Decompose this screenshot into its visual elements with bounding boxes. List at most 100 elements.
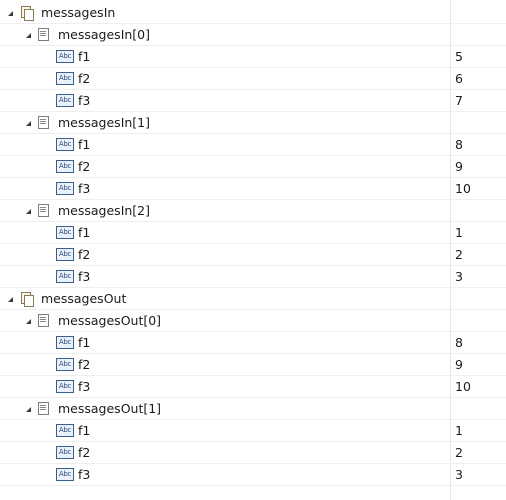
field-value[interactable]: 8 <box>451 134 506 155</box>
string-field-icon: Abc <box>56 270 74 283</box>
value-cell <box>451 398 506 419</box>
expanded-triangle-icon[interactable] <box>22 200 34 221</box>
tree-row-document[interactable]: messagesIn[0] <box>0 24 506 46</box>
name-cell: Abc f2 <box>0 156 506 177</box>
tree-row-field[interactable]: Abc f1 1 <box>0 222 506 244</box>
field-value[interactable]: 3 <box>451 464 506 485</box>
tree-row-field[interactable]: Abc f1 8 <box>0 134 506 156</box>
field-name: f3 <box>78 93 91 108</box>
expanded-triangle-icon[interactable] <box>22 24 34 45</box>
field-value[interactable]: 10 <box>451 376 506 397</box>
field-value[interactable]: 2 <box>451 442 506 463</box>
name-cell: messagesIn[0] <box>0 24 472 45</box>
document-icon <box>38 314 49 327</box>
tree-row-field[interactable]: Abc f1 5 <box>0 46 506 68</box>
expanded-triangle-icon[interactable] <box>4 288 16 309</box>
name-cell: Abc f3 <box>0 266 506 287</box>
field-value[interactable]: 6 <box>451 68 506 89</box>
tree-row-document[interactable]: messagesOut[0] <box>0 310 506 332</box>
value-cell <box>451 288 506 309</box>
field-value[interactable]: 3 <box>451 266 506 287</box>
tree-row-field[interactable]: Abc f2 2 <box>0 244 506 266</box>
string-field-icon: Abc <box>56 160 74 173</box>
field-name: f2 <box>78 71 91 86</box>
field-name: f3 <box>78 379 91 394</box>
field-name: f1 <box>78 225 91 240</box>
name-cell: Abc f3 <box>0 376 506 397</box>
tree-row-document[interactable]: messagesOut[1] <box>0 398 506 420</box>
tree-node-label: messagesIn[2] <box>58 203 151 218</box>
tree-node-label: messagesIn[0] <box>58 27 151 42</box>
name-cell: messagesIn <box>0 2 454 23</box>
field-value[interactable]: 8 <box>451 332 506 353</box>
tree-row-document[interactable]: messagesIn[1] <box>0 112 506 134</box>
name-cell: messagesOut[0] <box>0 310 472 331</box>
name-cell: messagesIn[1] <box>0 112 472 133</box>
name-cell: Abc f3 <box>0 90 506 111</box>
tree-row-field[interactable]: Abc f2 9 <box>0 354 506 376</box>
name-cell: Abc f1 <box>0 46 506 67</box>
string-field-icon: Abc <box>56 468 74 481</box>
name-cell: Abc f2 <box>0 354 506 375</box>
tree-row-field[interactable]: Abc f1 8 <box>0 332 506 354</box>
field-name: f1 <box>78 137 91 152</box>
collection-icon <box>20 291 34 307</box>
tree-node-label: messagesOut <box>41 291 127 306</box>
document-icon <box>38 204 49 217</box>
string-field-icon: Abc <box>56 380 74 393</box>
string-field-icon: Abc <box>56 94 74 107</box>
tree-row-field[interactable]: Abc f3 10 <box>0 376 506 398</box>
expanded-triangle-icon[interactable] <box>4 2 16 23</box>
field-name: f2 <box>78 247 91 262</box>
value-cell <box>451 200 506 221</box>
document-icon <box>38 402 49 415</box>
variables-tree: messagesIn messagesIn[0] Abc f1 5 Abc f2… <box>0 2 506 486</box>
tree-row-field[interactable]: Abc f3 10 <box>0 178 506 200</box>
field-value[interactable]: 9 <box>451 354 506 375</box>
value-cell <box>451 2 506 23</box>
name-cell: messagesOut <box>0 288 454 309</box>
tree-row-collection[interactable]: messagesOut <box>0 288 506 310</box>
tree-node-label: messagesOut[0] <box>58 313 162 328</box>
expanded-triangle-icon[interactable] <box>22 310 34 331</box>
string-field-icon: Abc <box>56 226 74 239</box>
field-name: f1 <box>78 423 91 438</box>
tree-row-field[interactable]: Abc f2 2 <box>0 442 506 464</box>
value-cell <box>451 310 506 331</box>
field-value[interactable]: 10 <box>451 178 506 199</box>
string-field-icon: Abc <box>56 182 74 195</box>
tree-row-field[interactable]: Abc f2 9 <box>0 156 506 178</box>
string-field-icon: Abc <box>56 358 74 371</box>
tree-row-field[interactable]: Abc f2 6 <box>0 68 506 90</box>
expanded-triangle-icon[interactable] <box>22 112 34 133</box>
field-name: f2 <box>78 357 91 372</box>
name-cell: Abc f1 <box>0 420 506 441</box>
field-name: f1 <box>78 335 91 350</box>
tree-row-field[interactable]: Abc f3 7 <box>0 90 506 112</box>
field-value[interactable]: 5 <box>451 46 506 67</box>
field-value[interactable]: 9 <box>451 156 506 177</box>
string-field-icon: Abc <box>56 50 74 63</box>
field-name: f2 <box>78 159 91 174</box>
field-value[interactable]: 1 <box>451 222 506 243</box>
name-cell: Abc f2 <box>0 244 506 265</box>
tree-node-label: messagesIn <box>41 5 116 20</box>
name-cell: Abc f3 <box>0 464 506 485</box>
field-value[interactable]: 2 <box>451 244 506 265</box>
tree-row-field[interactable]: Abc f3 3 <box>0 266 506 288</box>
tree-row-collection[interactable]: messagesIn <box>0 2 506 24</box>
document-icon <box>38 28 49 41</box>
name-cell: messagesOut[1] <box>0 398 472 419</box>
field-value[interactable]: 1 <box>451 420 506 441</box>
document-icon <box>38 116 49 129</box>
string-field-icon: Abc <box>56 446 74 459</box>
field-name: f3 <box>78 269 91 284</box>
field-value[interactable]: 7 <box>451 90 506 111</box>
string-field-icon: Abc <box>56 336 74 349</box>
tree-node-label: messagesIn[1] <box>58 115 151 130</box>
name-cell: Abc f1 <box>0 222 506 243</box>
tree-row-document[interactable]: messagesIn[2] <box>0 200 506 222</box>
expanded-triangle-icon[interactable] <box>22 398 34 419</box>
tree-row-field[interactable]: Abc f1 1 <box>0 420 506 442</box>
tree-row-field[interactable]: Abc f3 3 <box>0 464 506 486</box>
